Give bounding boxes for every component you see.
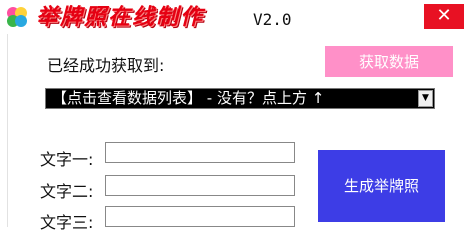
text-three-label: 文字三: bbox=[40, 213, 94, 232]
text-two-label: 文字二: bbox=[40, 182, 94, 201]
chevron-down-icon[interactable]: ▼ bbox=[418, 90, 433, 107]
title-bar: 举牌照在线制作 V2.0 ✕ bbox=[0, 0, 466, 34]
generate-sign-button[interactable]: 生成举牌照 bbox=[318, 150, 445, 222]
window-title: 举牌照在线制作 bbox=[36, 4, 205, 30]
text-one-input[interactable] bbox=[105, 142, 295, 163]
app-logo-icon bbox=[7, 7, 27, 27]
text-two-input[interactable] bbox=[105, 175, 295, 196]
data-list-dropdown[interactable]: 【点击查看数据列表】 - 没有？点上方 ↑ ▼ bbox=[45, 88, 435, 109]
fetch-data-button[interactable]: 获取数据 bbox=[325, 46, 453, 77]
version-label: V2.0 bbox=[253, 10, 292, 29]
dropdown-selected-value: 【点击查看数据列表】 - 没有？点上方 ↑ bbox=[52, 89, 325, 107]
text-one-label: 文字一: bbox=[40, 150, 94, 169]
close-button[interactable]: ✕ bbox=[424, 4, 464, 29]
fetched-status-label: 已经成功获取到: bbox=[47, 56, 165, 75]
text-three-input[interactable] bbox=[105, 206, 295, 227]
close-icon: ✕ bbox=[436, 5, 452, 26]
